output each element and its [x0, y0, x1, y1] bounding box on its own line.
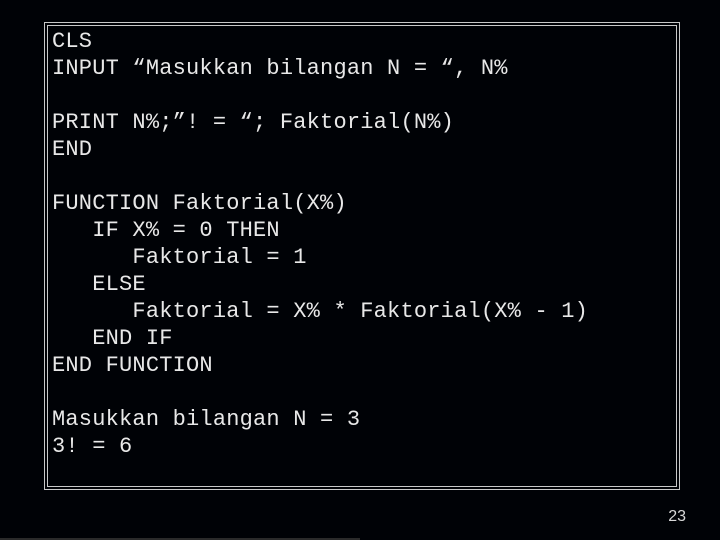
- code-line: CLS: [52, 29, 92, 54]
- code-box: CLS INPUT “Masukkan bilangan N = “, N% P…: [44, 22, 680, 490]
- code-line: Masukkan bilangan N = 3: [52, 407, 360, 432]
- code-line: Faktorial = X% * Faktorial(X% - 1): [52, 299, 588, 324]
- code-line: ELSE: [52, 272, 146, 297]
- code-line: END IF: [52, 326, 173, 351]
- page-number: 23: [668, 508, 686, 526]
- code-line: PRINT N%;”! = “; Faktorial(N%): [52, 110, 454, 135]
- code-line: INPUT “Masukkan bilangan N = “, N%: [52, 56, 508, 81]
- code-line: END: [52, 137, 92, 162]
- code-line: IF X% = 0 THEN: [52, 218, 280, 243]
- code-line: Faktorial = 1: [52, 245, 307, 270]
- code-line: FUNCTION Faktorial(X%): [52, 191, 347, 216]
- code-line: END FUNCTION: [52, 353, 213, 378]
- slide: CLS INPUT “Masukkan bilangan N = “, N% P…: [0, 0, 720, 540]
- code-line: 3! = 6: [52, 434, 132, 459]
